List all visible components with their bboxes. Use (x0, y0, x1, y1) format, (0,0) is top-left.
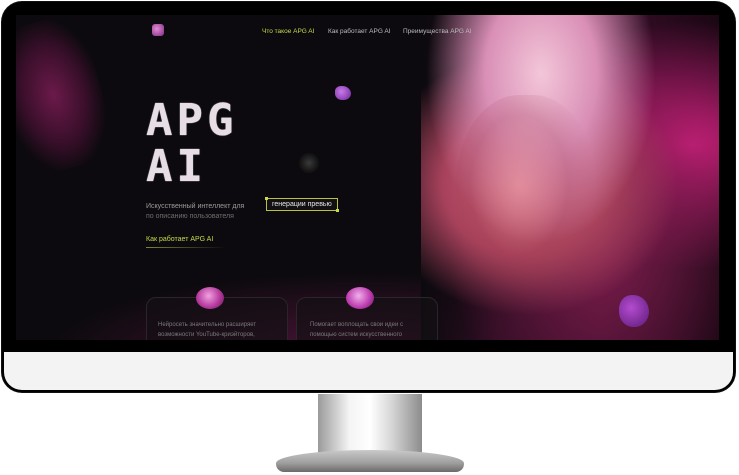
decorative-blob-left (16, 15, 119, 180)
nav-link-what-is[interactable]: Что такое APG AI (262, 28, 314, 35)
feature-card-2-text-line2: помощью систем искусственного (310, 332, 402, 338)
top-navigation: Что такое APG AI Как работает APG AI Пре… (16, 24, 719, 39)
monitor-chin (2, 352, 735, 392)
how-it-works-link[interactable]: Как работает APG AI (146, 236, 213, 243)
decorative-gem-right (619, 295, 649, 327)
hero-title-line1: APG (146, 95, 238, 146)
website-screen: Что такое APG AI Как работает APG AI Пре… (16, 15, 719, 340)
monitor-stand-neck (318, 394, 422, 454)
monitor-stand-base (276, 450, 464, 472)
hero-title-line2: AI (146, 141, 207, 192)
feature-card-1-icon (196, 287, 224, 309)
cta-underline (146, 247, 226, 248)
hero-subtitle-highlight: генерации превью (265, 197, 339, 212)
decorative-orb (299, 153, 319, 173)
decorative-gem-small (335, 86, 351, 100)
logo-icon[interactable] (152, 24, 164, 36)
feature-card-1-text-line2: возможности YouTube-криэйторов, (158, 332, 255, 338)
portrait-face (456, 95, 596, 295)
feature-card-2-icon (346, 287, 374, 309)
nav-link-how-it-works[interactable]: Как работает APG AI (328, 28, 391, 35)
hero-subtitle-part1: Искусственный интеллект для (146, 203, 245, 210)
hero-title: APG AI (146, 98, 237, 190)
feature-card-1-text-line1: Нейросеть значительно расширяет (158, 322, 257, 328)
hero-subtitle-part2: по описанию пользователя (146, 213, 234, 220)
nav-link-advantages[interactable]: Преимущества APG AI (403, 28, 472, 35)
feature-card-2-text-line1: Помогает воплощать свои идеи с (310, 322, 404, 328)
